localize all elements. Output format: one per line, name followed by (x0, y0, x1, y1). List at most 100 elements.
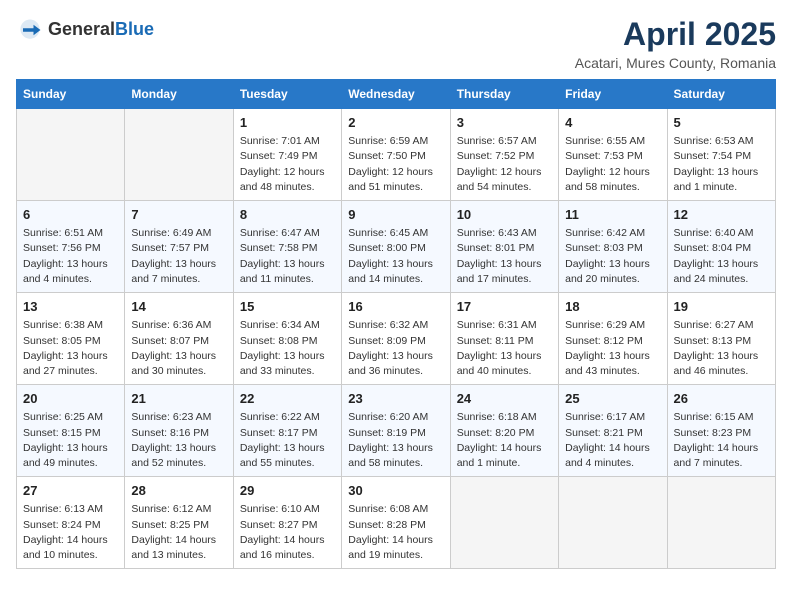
calendar-week-row: 13 Sunrise: 6:38 AMSunset: 8:05 PMDayligh… (17, 293, 776, 385)
calendar-cell: 14Sunrise: 6:36 AMSunset: 8:07 PMDayligh… (125, 293, 233, 385)
page-header: GeneralBlue April 2025 Acatari, Mures Co… (16, 16, 776, 71)
day-info: Sunrise: 6:31 AMSunset: 8:11 PMDaylight:… (457, 318, 552, 379)
day-number: 5 (674, 114, 769, 132)
title-area: April 2025 Acatari, Mures County, Romani… (575, 16, 776, 71)
calendar-cell: 5Sunrise: 6:53 AMSunset: 7:54 PMDaylight… (667, 109, 775, 201)
day-info: Sunrise: 6:42 AMSunset: 8:03 PMDaylight:… (565, 226, 660, 287)
calendar-cell: 4 Sunrise: 6:55 AMSunset: 7:53 PMDaylight… (559, 109, 667, 201)
calendar-cell: 15Sunrise: 6:34 AMSunset: 8:08 PMDayligh… (233, 293, 341, 385)
day-number: 6 (23, 206, 118, 224)
calendar-cell: 11 Sunrise: 6:42 AMSunset: 8:03 PMDayligh… (559, 201, 667, 293)
calendar-cell: 22 Sunrise: 6:22 AMSunset: 8:17 PMDayligh… (233, 385, 341, 477)
calendar-cell (17, 109, 125, 201)
day-info: Sunrise: 6:51 AMSunset: 7:56 PMDaylight:… (23, 226, 118, 287)
day-info: Sunrise: 7:01 AMSunset: 7:49 PMDaylight:… (240, 134, 335, 195)
day-number: 12 (674, 206, 769, 224)
day-info: Sunrise: 6:55 AMSunset: 7:53 PMDaylight:… (565, 134, 660, 195)
calendar-cell: 29 Sunrise: 6:10 AMSunset: 8:27 PMDayligh… (233, 477, 341, 569)
calendar-cell: 30 Sunrise: 6:08 AMSunset: 8:28 PMDayligh… (342, 477, 450, 569)
day-info: Sunrise: 6:27 AMSunset: 8:13 PMDaylight:… (674, 318, 769, 379)
calendar-cell: 9Sunrise: 6:45 AMSunset: 8:00 PMDaylight… (342, 201, 450, 293)
day-number: 18 (565, 298, 660, 316)
calendar-cell: 25 Sunrise: 6:17 AMSunset: 8:21 PMDayligh… (559, 385, 667, 477)
day-info: Sunrise: 6:38 AMSunset: 8:05 PMDaylight:… (23, 318, 118, 379)
day-number: 19 (674, 298, 769, 316)
calendar-cell: 1 Sunrise: 7:01 AMSunset: 7:49 PMDaylight… (233, 109, 341, 201)
day-number: 26 (674, 390, 769, 408)
logo-icon (16, 16, 44, 44)
day-info: Sunrise: 6:29 AMSunset: 8:12 PMDaylight:… (565, 318, 660, 379)
calendar-cell: 8 Sunrise: 6:47 AMSunset: 7:58 PMDaylight… (233, 201, 341, 293)
calendar-cell: 18 Sunrise: 6:29 AMSunset: 8:12 PMDayligh… (559, 293, 667, 385)
calendar-cell: 19 Sunrise: 6:27 AMSunset: 8:13 PMDayligh… (667, 293, 775, 385)
day-number: 3 (457, 114, 552, 132)
day-info: Sunrise: 6:57 AMSunset: 7:52 PMDaylight:… (457, 134, 552, 195)
calendar-cell: 2Sunrise: 6:59 AMSunset: 7:50 PMDaylight… (342, 109, 450, 201)
calendar-week-row: 20 Sunrise: 6:25 AMSunset: 8:15 PMDayligh… (17, 385, 776, 477)
day-number: 11 (565, 206, 660, 224)
calendar-table: SundayMondayTuesdayWednesdayThursdayFrid… (16, 79, 776, 569)
day-info: Sunrise: 6:13 AMSunset: 8:24 PMDaylight:… (23, 502, 118, 563)
day-number: 1 (240, 114, 335, 132)
day-number: 30 (348, 482, 443, 500)
day-info: Sunrise: 6:49 AMSunset: 7:57 PMDaylight:… (131, 226, 226, 287)
day-info: Sunrise: 6:34 AMSunset: 8:08 PMDaylight:… (240, 318, 335, 379)
day-number: 20 (23, 390, 118, 408)
day-info: Sunrise: 6:22 AMSunset: 8:17 PMDaylight:… (240, 410, 335, 471)
calendar-cell: 28Sunrise: 6:12 AMSunset: 8:25 PMDayligh… (125, 477, 233, 569)
calendar-cell: 6 Sunrise: 6:51 AMSunset: 7:56 PMDaylight… (17, 201, 125, 293)
calendar-cell: 27 Sunrise: 6:13 AMSunset: 8:24 PMDayligh… (17, 477, 125, 569)
day-info: Sunrise: 6:32 AMSunset: 8:09 PMDaylight:… (348, 318, 443, 379)
calendar-week-row: 1 Sunrise: 7:01 AMSunset: 7:49 PMDaylight… (17, 109, 776, 201)
calendar-cell (450, 477, 558, 569)
day-info: Sunrise: 6:15 AMSunset: 8:23 PMDaylight:… (674, 410, 769, 471)
calendar-cell (559, 477, 667, 569)
calendar-week-row: 6 Sunrise: 6:51 AMSunset: 7:56 PMDaylight… (17, 201, 776, 293)
calendar-cell: 20 Sunrise: 6:25 AMSunset: 8:15 PMDayligh… (17, 385, 125, 477)
day-info: Sunrise: 6:18 AMSunset: 8:20 PMDaylight:… (457, 410, 552, 471)
day-number: 16 (348, 298, 443, 316)
calendar-cell: 23Sunrise: 6:20 AMSunset: 8:19 PMDayligh… (342, 385, 450, 477)
calendar-header-row: SundayMondayTuesdayWednesdayThursdayFrid… (17, 80, 776, 109)
day-info: Sunrise: 6:43 AMSunset: 8:01 PMDaylight:… (457, 226, 552, 287)
day-info: Sunrise: 6:08 AMSunset: 8:28 PMDaylight:… (348, 502, 443, 563)
column-header-saturday: Saturday (667, 80, 775, 109)
logo-blue: Blue (115, 19, 154, 39)
calendar-cell: 24 Sunrise: 6:18 AMSunset: 8:20 PMDayligh… (450, 385, 558, 477)
month-title: April 2025 (575, 16, 776, 53)
day-info: Sunrise: 6:12 AMSunset: 8:25 PMDaylight:… (131, 502, 226, 563)
day-number: 10 (457, 206, 552, 224)
day-info: Sunrise: 6:17 AMSunset: 8:21 PMDaylight:… (565, 410, 660, 471)
day-number: 29 (240, 482, 335, 500)
day-info: Sunrise: 6:25 AMSunset: 8:15 PMDaylight:… (23, 410, 118, 471)
calendar-cell: 16 Sunrise: 6:32 AMSunset: 8:09 PMDayligh… (342, 293, 450, 385)
day-number: 8 (240, 206, 335, 224)
day-number: 24 (457, 390, 552, 408)
calendar-cell: 13 Sunrise: 6:38 AMSunset: 8:05 PMDayligh… (17, 293, 125, 385)
calendar-cell: 10 Sunrise: 6:43 AMSunset: 8:01 PMDayligh… (450, 201, 558, 293)
calendar-cell: 3 Sunrise: 6:57 AMSunset: 7:52 PMDaylight… (450, 109, 558, 201)
day-info: Sunrise: 6:47 AMSunset: 7:58 PMDaylight:… (240, 226, 335, 287)
calendar-cell: 7Sunrise: 6:49 AMSunset: 7:57 PMDaylight… (125, 201, 233, 293)
day-info: Sunrise: 6:20 AMSunset: 8:19 PMDaylight:… (348, 410, 443, 471)
logo-general: General (48, 19, 115, 39)
logo-text: GeneralBlue (48, 20, 154, 40)
day-info: Sunrise: 6:10 AMSunset: 8:27 PMDaylight:… (240, 502, 335, 563)
day-info: Sunrise: 6:45 AMSunset: 8:00 PMDaylight:… (348, 226, 443, 287)
day-number: 17 (457, 298, 552, 316)
column-header-sunday: Sunday (17, 80, 125, 109)
column-header-wednesday: Wednesday (342, 80, 450, 109)
day-number: 27 (23, 482, 118, 500)
location-subtitle: Acatari, Mures County, Romania (575, 55, 776, 71)
column-header-tuesday: Tuesday (233, 80, 341, 109)
calendar-cell (667, 477, 775, 569)
calendar-week-row: 27 Sunrise: 6:13 AMSunset: 8:24 PMDayligh… (17, 477, 776, 569)
day-number: 13 (23, 298, 118, 316)
day-number: 14 (131, 298, 226, 316)
day-number: 25 (565, 390, 660, 408)
day-number: 22 (240, 390, 335, 408)
day-number: 2 (348, 114, 443, 132)
calendar-cell: 21Sunrise: 6:23 AMSunset: 8:16 PMDayligh… (125, 385, 233, 477)
column-header-monday: Monday (125, 80, 233, 109)
day-number: 4 (565, 114, 660, 132)
